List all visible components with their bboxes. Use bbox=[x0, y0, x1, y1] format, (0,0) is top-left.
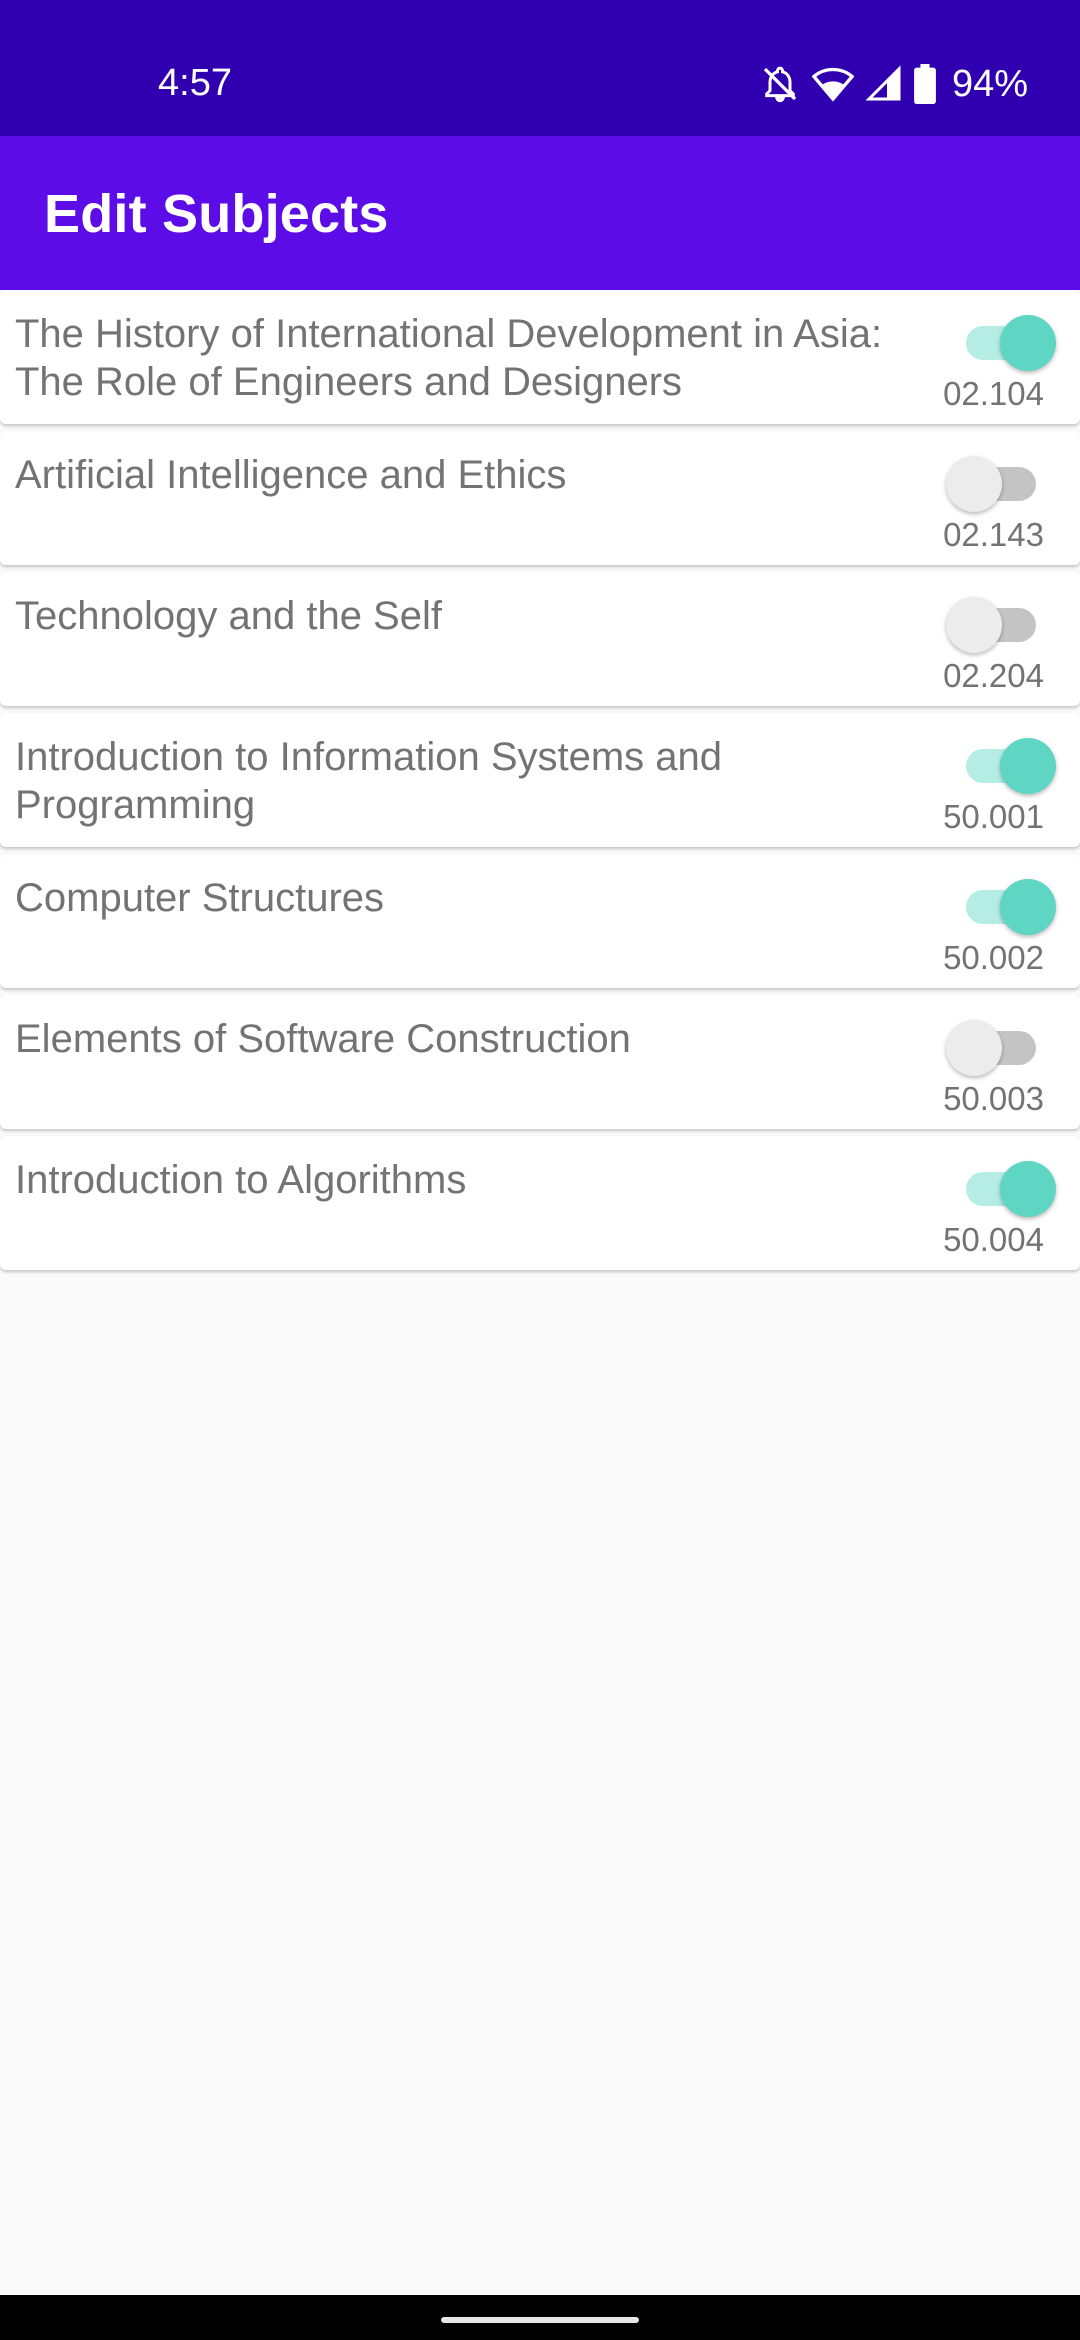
page-title: Edit Subjects bbox=[44, 184, 389, 244]
subject-title: The History of International Development… bbox=[15, 312, 883, 404]
app-bar: Edit Subjects bbox=[0, 136, 1080, 290]
signal-icon bbox=[865, 64, 902, 104]
subject-code: 50.004 bbox=[943, 1221, 1044, 1258]
battery-icon bbox=[914, 64, 936, 104]
subject-code: 02.204 bbox=[943, 657, 1044, 694]
subject-code: 02.104 bbox=[943, 375, 1044, 412]
subject-code: 02.143 bbox=[943, 516, 1044, 553]
wifi-icon bbox=[811, 64, 854, 104]
subject-toggle[interactable] bbox=[966, 738, 1056, 794]
subject-toggle[interactable] bbox=[966, 879, 1056, 935]
subject-title: Artificial Intelligence and Ethics bbox=[15, 453, 567, 497]
subject-toggle[interactable] bbox=[946, 456, 1036, 512]
subject-row[interactable]: Introduction to Information Systems and … bbox=[0, 713, 1080, 847]
subject-row[interactable]: Computer Structures 50.002 bbox=[0, 854, 1080, 988]
toggle-thumb bbox=[1000, 1161, 1056, 1217]
subject-row[interactable]: Technology and the Self 02.204 bbox=[0, 572, 1080, 706]
subject-code: 50.002 bbox=[943, 939, 1044, 976]
status-icons: 94% bbox=[760, 60, 1028, 108]
navigation-bar bbox=[0, 2295, 1080, 2340]
subject-title: Introduction to Information Systems and … bbox=[15, 735, 723, 827]
bell-off-icon bbox=[760, 64, 800, 104]
home-gesture-handle[interactable] bbox=[441, 2317, 639, 2323]
battery-percentage: 94% bbox=[951, 63, 1028, 105]
subject-title: Introduction to Algorithms bbox=[15, 1158, 467, 1202]
subject-toggle[interactable] bbox=[966, 1161, 1056, 1217]
subject-toggle[interactable] bbox=[946, 1020, 1036, 1076]
subject-row[interactable]: Elements of Software Construction 50.003 bbox=[0, 995, 1080, 1129]
toggle-thumb bbox=[946, 456, 1002, 512]
subject-row[interactable]: The History of International Development… bbox=[0, 290, 1080, 424]
subject-code: 50.001 bbox=[943, 798, 1044, 835]
status-time: 4:57 bbox=[158, 62, 232, 104]
subject-title: Technology and the Self bbox=[15, 594, 442, 638]
subject-row[interactable]: Introduction to Algorithms 50.004 bbox=[0, 1136, 1080, 1270]
subject-title: Elements of Software Construction bbox=[15, 1017, 631, 1061]
subject-title: Computer Structures bbox=[15, 876, 385, 920]
toggle-thumb bbox=[946, 597, 1002, 653]
toggle-thumb bbox=[1000, 879, 1056, 935]
subject-toggle[interactable] bbox=[946, 597, 1036, 653]
subject-toggle[interactable] bbox=[966, 315, 1056, 371]
toggle-thumb bbox=[946, 1020, 1002, 1076]
subject-list: The History of International Development… bbox=[0, 290, 1080, 1277]
status-bar: 4:57 94% bbox=[0, 0, 1080, 136]
toggle-thumb bbox=[1000, 738, 1056, 794]
subject-code: 50.003 bbox=[943, 1080, 1044, 1117]
toggle-thumb bbox=[1000, 315, 1056, 371]
subject-row[interactable]: Artificial Intelligence and Ethics 02.14… bbox=[0, 431, 1080, 565]
